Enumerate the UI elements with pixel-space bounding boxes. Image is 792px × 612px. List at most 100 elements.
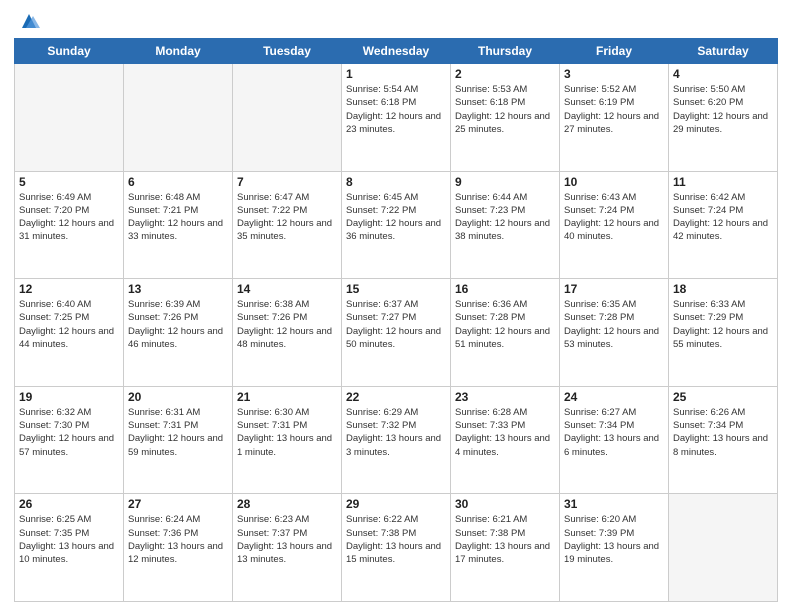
day-header-thursday: Thursday [451,39,560,64]
cell-content: Sunrise: 5:50 AM Sunset: 6:20 PM Dayligh… [673,83,773,136]
calendar-cell: 12 Sunrise: 6:40 AM Sunset: 7:25 PM Dayli… [15,279,124,387]
cell-content: Sunrise: 6:42 AM Sunset: 7:24 PM Dayligh… [673,191,773,244]
calendar-cell: 6 Sunrise: 6:48 AM Sunset: 7:21 PM Daylig… [124,171,233,279]
day-number: 1 [346,67,446,81]
day-number: 14 [237,282,337,296]
day-number: 28 [237,497,337,511]
day-number: 6 [128,175,228,189]
calendar-cell: 13 Sunrise: 6:39 AM Sunset: 7:26 PM Dayli… [124,279,233,387]
day-number: 23 [455,390,555,404]
cell-content: Sunrise: 6:24 AM Sunset: 7:36 PM Dayligh… [128,513,228,566]
day-header-tuesday: Tuesday [233,39,342,64]
calendar-cell: 17Sunrise: 6:35 AM Sunset: 7:28 PM Dayli… [560,279,669,387]
calendar-cell: 18 Sunrise: 6:33 AM Sunset: 7:29 PM Dayli… [669,279,778,387]
cell-content: Sunrise: 6:29 AM Sunset: 7:32 PM Dayligh… [346,406,446,459]
calendar-cell: 31Sunrise: 6:20 AM Sunset: 7:39 PM Dayli… [560,494,669,602]
calendar-cell: 8Sunrise: 6:45 AM Sunset: 7:22 PM Daylig… [342,171,451,279]
day-number: 27 [128,497,228,511]
logo-icon [18,10,40,32]
calendar-week-4: 26Sunrise: 6:25 AM Sunset: 7:35 PM Dayli… [15,494,778,602]
calendar-cell: 25 Sunrise: 6:26 AM Sunset: 7:34 PM Dayli… [669,386,778,494]
calendar-table: SundayMondayTuesdayWednesdayThursdayFrid… [14,38,778,602]
cell-content: Sunrise: 6:47 AM Sunset: 7:22 PM Dayligh… [237,191,337,244]
cell-content: Sunrise: 6:33 AM Sunset: 7:29 PM Dayligh… [673,298,773,351]
cell-content: Sunrise: 6:40 AM Sunset: 7:25 PM Dayligh… [19,298,119,351]
calendar-week-3: 19 Sunrise: 6:32 AM Sunset: 7:30 PM Dayli… [15,386,778,494]
calendar-cell: 24 Sunrise: 6:27 AM Sunset: 7:34 PM Dayli… [560,386,669,494]
cell-content: Sunrise: 6:32 AM Sunset: 7:30 PM Dayligh… [19,406,119,459]
day-number: 12 [19,282,119,296]
header [14,10,778,32]
day-number: 20 [128,390,228,404]
calendar-cell: 10 Sunrise: 6:43 AM Sunset: 7:24 PM Dayli… [560,171,669,279]
day-number: 5 [19,175,119,189]
cell-content: Sunrise: 6:28 AM Sunset: 7:33 PM Dayligh… [455,406,555,459]
cell-content: Sunrise: 6:39 AM Sunset: 7:26 PM Dayligh… [128,298,228,351]
cell-content: Sunrise: 6:36 AM Sunset: 7:28 PM Dayligh… [455,298,555,351]
day-number: 19 [19,390,119,404]
calendar-cell [669,494,778,602]
cell-content: Sunrise: 6:49 AM Sunset: 7:20 PM Dayligh… [19,191,119,244]
cell-content: Sunrise: 5:52 AM Sunset: 6:19 PM Dayligh… [564,83,664,136]
day-number: 30 [455,497,555,511]
calendar-cell: 2 Sunrise: 5:53 AM Sunset: 6:18 PM Daylig… [451,64,560,172]
day-number: 16 [455,282,555,296]
cell-content: Sunrise: 6:26 AM Sunset: 7:34 PM Dayligh… [673,406,773,459]
cell-content: Sunrise: 6:31 AM Sunset: 7:31 PM Dayligh… [128,406,228,459]
day-header-friday: Friday [560,39,669,64]
page: SundayMondayTuesdayWednesdayThursdayFrid… [0,0,792,612]
calendar-cell: 26Sunrise: 6:25 AM Sunset: 7:35 PM Dayli… [15,494,124,602]
day-number: 21 [237,390,337,404]
day-number: 15 [346,282,446,296]
cell-content: Sunrise: 6:30 AM Sunset: 7:31 PM Dayligh… [237,406,337,459]
day-number: 2 [455,67,555,81]
day-header-wednesday: Wednesday [342,39,451,64]
calendar-header-row: SundayMondayTuesdayWednesdayThursdayFrid… [15,39,778,64]
day-number: 25 [673,390,773,404]
day-number: 11 [673,175,773,189]
day-number: 24 [564,390,664,404]
calendar-week-0: 1 Sunrise: 5:54 AM Sunset: 6:18 PM Daylig… [15,64,778,172]
day-number: 4 [673,67,773,81]
day-number: 13 [128,282,228,296]
calendar-cell: 30 Sunrise: 6:21 AM Sunset: 7:38 PM Dayli… [451,494,560,602]
calendar-cell: 22 Sunrise: 6:29 AM Sunset: 7:32 PM Dayli… [342,386,451,494]
calendar-cell [15,64,124,172]
day-number: 7 [237,175,337,189]
calendar-cell: 16 Sunrise: 6:36 AM Sunset: 7:28 PM Dayli… [451,279,560,387]
calendar-cell: 5 Sunrise: 6:49 AM Sunset: 7:20 PM Daylig… [15,171,124,279]
cell-content: Sunrise: 6:48 AM Sunset: 7:21 PM Dayligh… [128,191,228,244]
calendar-cell: 19 Sunrise: 6:32 AM Sunset: 7:30 PM Dayli… [15,386,124,494]
day-number: 22 [346,390,446,404]
calendar-cell: 21 Sunrise: 6:30 AM Sunset: 7:31 PM Dayli… [233,386,342,494]
day-number: 26 [19,497,119,511]
calendar-cell: 28Sunrise: 6:23 AM Sunset: 7:37 PM Dayli… [233,494,342,602]
cell-content: Sunrise: 5:54 AM Sunset: 6:18 PM Dayligh… [346,83,446,136]
cell-content: Sunrise: 6:43 AM Sunset: 7:24 PM Dayligh… [564,191,664,244]
day-number: 17 [564,282,664,296]
calendar-week-2: 12 Sunrise: 6:40 AM Sunset: 7:25 PM Dayli… [15,279,778,387]
calendar-cell: 14Sunrise: 6:38 AM Sunset: 7:26 PM Dayli… [233,279,342,387]
calendar-cell: 1 Sunrise: 5:54 AM Sunset: 6:18 PM Daylig… [342,64,451,172]
calendar-cell: 11 Sunrise: 6:42 AM Sunset: 7:24 PM Dayli… [669,171,778,279]
calendar-cell: 4 Sunrise: 5:50 AM Sunset: 6:20 PM Daylig… [669,64,778,172]
day-header-sunday: Sunday [15,39,124,64]
day-number: 29 [346,497,446,511]
cell-content: Sunrise: 6:44 AM Sunset: 7:23 PM Dayligh… [455,191,555,244]
calendar-cell: 3 Sunrise: 5:52 AM Sunset: 6:19 PM Daylig… [560,64,669,172]
day-number: 3 [564,67,664,81]
day-header-monday: Monday [124,39,233,64]
calendar-cell: 27 Sunrise: 6:24 AM Sunset: 7:36 PM Dayli… [124,494,233,602]
day-number: 10 [564,175,664,189]
logo [14,10,40,32]
calendar-week-1: 5 Sunrise: 6:49 AM Sunset: 7:20 PM Daylig… [15,171,778,279]
cell-content: Sunrise: 6:37 AM Sunset: 7:27 PM Dayligh… [346,298,446,351]
cell-content: Sunrise: 6:27 AM Sunset: 7:34 PM Dayligh… [564,406,664,459]
cell-content: Sunrise: 6:21 AM Sunset: 7:38 PM Dayligh… [455,513,555,566]
calendar-cell: 9Sunrise: 6:44 AM Sunset: 7:23 PM Daylig… [451,171,560,279]
day-number: 18 [673,282,773,296]
calendar-cell: 23 Sunrise: 6:28 AM Sunset: 7:33 PM Dayli… [451,386,560,494]
calendar-cell [124,64,233,172]
cell-content: Sunrise: 5:53 AM Sunset: 6:18 PM Dayligh… [455,83,555,136]
day-number: 31 [564,497,664,511]
